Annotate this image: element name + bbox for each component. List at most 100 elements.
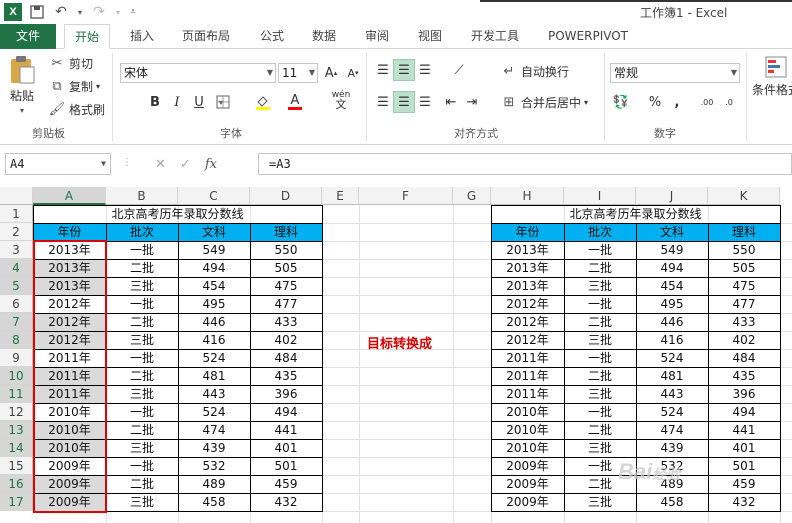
- right-table-title[interactable]: 北京高考历年录取分数线: [491, 205, 780, 223]
- right-table-cell[interactable]: 2013年: [491, 241, 564, 259]
- left-table-cell[interactable]: 433: [250, 313, 322, 331]
- left-table-cell[interactable]: 459: [250, 475, 322, 493]
- fill-color-button[interactable]: [252, 91, 274, 113]
- right-table-cell[interactable]: 435: [708, 367, 780, 385]
- align-right-button[interactable]: ☰: [414, 91, 436, 113]
- italic-button[interactable]: I: [166, 91, 188, 113]
- right-table-cell[interactable]: 474: [636, 421, 708, 439]
- right-table-cell[interactable]: 2013年: [491, 259, 564, 277]
- right-table-cell[interactable]: 494: [636, 259, 708, 277]
- left-table-cell[interactable]: 三批: [106, 385, 178, 403]
- column-header-i[interactable]: I: [564, 187, 636, 205]
- tab-formulas[interactable]: 公式: [250, 24, 294, 49]
- left-table-cell[interactable]: 443: [178, 385, 250, 403]
- tab-view[interactable]: 视图: [408, 24, 452, 49]
- borders-button[interactable]: [212, 91, 234, 113]
- right-table-cell[interactable]: 524: [636, 403, 708, 421]
- row-header[interactable]: 11: [0, 385, 33, 403]
- column-header-f[interactable]: F: [359, 187, 453, 205]
- left-table-cell[interactable]: 一批: [106, 457, 178, 475]
- decrease-decimal-button[interactable]: .0: [718, 91, 740, 113]
- right-table-cell[interactable]: 2011年: [491, 385, 564, 403]
- left-table-cell[interactable]: 一批: [106, 349, 178, 367]
- row-header[interactable]: 1: [0, 205, 33, 223]
- right-table-cell[interactable]: 2010年: [491, 421, 564, 439]
- left-table-column-header[interactable]: 文科: [178, 223, 250, 241]
- row-header[interactable]: 12: [0, 403, 33, 421]
- tab-page-layout[interactable]: 页面布局: [172, 24, 240, 49]
- right-table-cell[interactable]: 446: [636, 313, 708, 331]
- left-table-cell[interactable]: 396: [250, 385, 322, 403]
- cut-button[interactable]: ✂ 剪切: [48, 54, 93, 72]
- row-header[interactable]: 9: [0, 349, 33, 367]
- left-table-cell[interactable]: 二批: [106, 367, 178, 385]
- right-table-cell[interactable]: 2011年: [491, 367, 564, 385]
- row-header[interactable]: 6: [0, 295, 33, 313]
- right-table-cell[interactable]: 一批: [564, 241, 636, 259]
- left-table-cell[interactable]: 484: [250, 349, 322, 367]
- row-header[interactable]: 5: [0, 277, 33, 295]
- right-table-cell[interactable]: 2009年: [491, 457, 564, 475]
- right-table-cell[interactable]: 441: [708, 421, 780, 439]
- redo-dropdown-icon[interactable]: ▾: [114, 3, 122, 21]
- row-header[interactable]: 16: [0, 475, 33, 493]
- right-table-cell[interactable]: 2009年: [491, 493, 564, 511]
- right-table-cell[interactable]: 2011年: [491, 349, 564, 367]
- right-table-cell[interactable]: 三批: [564, 439, 636, 457]
- row-header[interactable]: 7: [0, 313, 33, 331]
- currency-button[interactable]: 💱: [610, 91, 632, 113]
- left-table-cell[interactable]: 489: [178, 475, 250, 493]
- left-table-cell[interactable]: 474: [178, 421, 250, 439]
- right-table-cell[interactable]: 三批: [564, 385, 636, 403]
- column-header-g[interactable]: G: [453, 187, 491, 205]
- tab-developer[interactable]: 开发工具: [461, 24, 529, 49]
- right-table-cell[interactable]: 459: [708, 475, 780, 493]
- redo-icon[interactable]: ↷: [90, 3, 108, 21]
- left-table-cell[interactable]: 439: [178, 439, 250, 457]
- right-table-cell[interactable]: 三批: [564, 493, 636, 511]
- left-table-column-header[interactable]: 理科: [250, 223, 322, 241]
- name-box[interactable]: A4 ▼: [5, 153, 111, 175]
- right-table-cell[interactable]: 2009年: [491, 475, 564, 493]
- right-table-cell[interactable]: 2013年: [491, 277, 564, 295]
- right-table-cell[interactable]: 三批: [564, 277, 636, 295]
- column-header-j[interactable]: J: [636, 187, 708, 205]
- align-bottom-button[interactable]: ☰: [414, 59, 436, 81]
- save-icon[interactable]: [28, 3, 46, 21]
- insert-function-button[interactable]: fx: [205, 157, 217, 172]
- right-table-cell[interactable]: 2010年: [491, 403, 564, 421]
- left-table-column-header[interactable]: 批次: [106, 223, 178, 241]
- right-table-cell[interactable]: 401: [708, 439, 780, 457]
- left-table-cell[interactable]: 一批: [106, 295, 178, 313]
- left-table-cell[interactable]: 549: [178, 241, 250, 259]
- right-table-cell[interactable]: 432: [708, 493, 780, 511]
- right-table-cell[interactable]: 475: [708, 277, 780, 295]
- tab-data[interactable]: 数据: [302, 24, 346, 49]
- align-center-button[interactable]: ☰: [393, 91, 415, 113]
- left-table-cell[interactable]: 524: [178, 349, 250, 367]
- right-table-cell[interactable]: 二批: [564, 367, 636, 385]
- left-table-cell[interactable]: 441: [250, 421, 322, 439]
- right-table-cell[interactable]: 433: [708, 313, 780, 331]
- right-table-cell[interactable]: 439: [636, 439, 708, 457]
- right-table-cell[interactable]: 443: [636, 385, 708, 403]
- right-table-cell[interactable]: 一批: [564, 295, 636, 313]
- right-table-cell[interactable]: 一批: [564, 349, 636, 367]
- right-table-cell[interactable]: 505: [708, 259, 780, 277]
- customize-qat-icon[interactable]: ⩡: [128, 3, 138, 21]
- paste-button[interactable]: 粘贴 ▾: [8, 55, 36, 115]
- align-top-button[interactable]: ☰: [372, 59, 394, 81]
- column-header-d[interactable]: D: [250, 187, 322, 205]
- left-table-cell[interactable]: 454: [178, 277, 250, 295]
- right-table-cell[interactable]: 三批: [564, 331, 636, 349]
- left-table-cell[interactable]: 二批: [106, 313, 178, 331]
- left-table-cell[interactable]: 477: [250, 295, 322, 313]
- right-table-cell[interactable]: 458: [636, 493, 708, 511]
- right-table-cell[interactable]: 481: [636, 367, 708, 385]
- left-table-cell[interactable]: 416: [178, 331, 250, 349]
- left-table-cell[interactable]: 495: [178, 295, 250, 313]
- left-table-cell[interactable]: 432: [250, 493, 322, 511]
- left-table-title[interactable]: 北京高考历年录取分数线: [33, 205, 322, 223]
- right-table-cell[interactable]: 402: [708, 331, 780, 349]
- row-header[interactable]: 3: [0, 241, 33, 259]
